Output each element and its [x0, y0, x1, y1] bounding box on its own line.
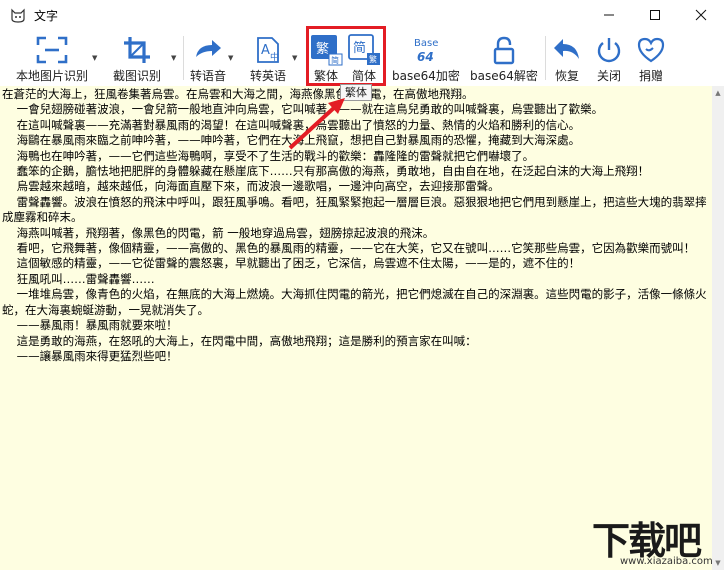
- base64-encode-label: base64加密: [392, 69, 460, 83]
- app-cat-icon: [11, 8, 25, 23]
- dropdown-arrow-icon: ▼: [92, 54, 98, 62]
- text-line: 這是勇敢的海燕，在怒吼的大海上，在閃電中間，高傲地飛翔；這是勝利的預言家在叫喊：: [2, 333, 477, 348]
- scroll-up-icon[interactable]: ▲: [712, 86, 724, 100]
- undo-icon: [554, 39, 579, 59]
- to-english-label: 转英语: [249, 69, 286, 83]
- base64-icon: Base 64: [414, 38, 438, 64]
- svg-text:A: A: [261, 43, 270, 58]
- base64-decode-button[interactable]: base64解密: [470, 30, 538, 86]
- minimize-button[interactable]: [586, 0, 632, 30]
- maximize-icon: [650, 10, 660, 20]
- unlock-icon: [493, 36, 515, 65]
- text-line: 海鴨也在呻吟著，——它們這些海鴨啊，享受不了生活的戰斗的歡樂：轟隆隆的雷聲就把它…: [2, 148, 535, 163]
- text-line: 看吧，它飛舞著，像個精靈，——高傲的、黑色的暴風雨的精靈，——它在大笑，它又在號…: [2, 241, 696, 256]
- text-line: 狂風吼叫……雷聲轟響……: [2, 271, 155, 286]
- crop-icon: [124, 37, 150, 63]
- power-icon: [597, 38, 621, 63]
- donate-label: 捐赠: [638, 69, 663, 83]
- screenshot-ocr-button[interactable]: ▼ 截图识别: [108, 30, 176, 86]
- text-editor[interactable]: 在蒼茫的大海上，狂風卷集著烏雲。在烏雲和大海之間，海燕像黑色的閃電，在高傲地飛翔…: [0, 86, 712, 570]
- to-speech-label: 转语音: [189, 69, 226, 83]
- close-window-button[interactable]: [678, 0, 724, 30]
- to-speech-button[interactable]: ▼ 转语音: [186, 30, 234, 86]
- dropdown-arrow-icon: ▼: [171, 54, 177, 62]
- annotation-highlight-box: [306, 26, 386, 86]
- close-button[interactable]: 关闭: [592, 30, 626, 86]
- donate-button[interactable]: 捐赠: [634, 30, 668, 86]
- minimize-icon: [604, 14, 614, 16]
- scan-frame-icon: [36, 36, 68, 64]
- text-line: 一會兒翅膀碰著波浪，一會兒箭一般地直沖向烏雲，它叫喊著，——就在這鳥兒勇敢的叫喊…: [2, 102, 604, 117]
- close-icon: [695, 9, 707, 21]
- svg-text:64: 64: [417, 50, 434, 64]
- maximize-button[interactable]: [632, 0, 678, 30]
- text-line: 這個敏感的精靈，——它從雷聲的震怒裏，早就聽出了困乏，它深信，烏雲遮不住太陽，—…: [2, 256, 581, 271]
- text-line: 在這叫喊聲裏——充滿著對暴風雨的渴望！在這叫喊聲裏，烏雲聽出了憤怒的力量、熱情的…: [2, 117, 581, 132]
- dropdown-arrow-icon: ▼: [228, 54, 234, 62]
- heart-hand-icon: [637, 37, 665, 63]
- svg-text:Base: Base: [414, 38, 438, 49]
- base64-decode-label: base64解密: [470, 69, 538, 83]
- text-line: 雷聲轟響。波浪在憤怒的飛沫中呼叫，跟狂風爭鳴。看吧，狂風緊緊抱起一層層巨浪。惡狠…: [2, 194, 707, 225]
- text-line: 蠢笨的企鵝，膽怯地把肥胖的身體躲藏在懸崖底下……只有那高傲的海燕，勇敢地，自由自…: [2, 164, 650, 179]
- screenshot-ocr-label: 截图识别: [112, 69, 161, 83]
- text-line: 海燕叫喊著，飛翔著，像黑色的閃電，箭 一般地穿過烏雲，翅膀掠起波浪的飛沫。: [2, 225, 435, 240]
- speech-wave-icon: [196, 40, 221, 57]
- dropdown-arrow-icon: ▼: [292, 54, 298, 62]
- restore-button[interactable]: 恢复: [550, 30, 584, 86]
- text-line: ——讓暴風雨來得更猛烈些吧！: [2, 348, 178, 363]
- watermark-logo: 下载吧 www.xiazaiba.com: [592, 510, 714, 570]
- tooltip: 繁体: [340, 84, 372, 101]
- local-image-ocr-button[interactable]: ▼ 本地图片识别: [8, 30, 98, 86]
- text-line: 烏雲越來越暗，越來越低，向海面直壓下來，而波浪一邊歌唱，一邊沖向高空，去迎接那雷…: [2, 179, 500, 194]
- translate-icon: A 中: [257, 37, 279, 63]
- vertical-scrollbar[interactable]: ▲ ▼: [712, 86, 724, 570]
- local-image-ocr-label: 本地图片识别: [15, 69, 88, 83]
- to-english-button[interactable]: A 中 ▼ 转英语: [246, 30, 297, 86]
- watermark-url-text: www.xiazaiba.com: [620, 556, 713, 567]
- window-title: 文字: [34, 8, 59, 23]
- base64-encode-button[interactable]: Base 64 base64加密: [392, 30, 460, 86]
- text-line: 一堆堆烏雲，像青色的火焰，在無底的大海上燃燒。大海抓住閃電的箭光，把它們熄滅在自…: [2, 287, 707, 317]
- restore-label: 恢复: [554, 69, 579, 83]
- close-label: 关闭: [596, 69, 621, 83]
- text-line: 海鷗在暴風雨來臨之前呻吟著，——呻吟著，它們在大海上飛竄，想把自己對暴風雨的恐懼…: [2, 133, 581, 148]
- app-window: 文字 ▼ 本地图片识别 ▼ 截图识别 ▼ 转语音 A 中 ▼ 转英语 繁 简 繁…: [0, 0, 724, 570]
- svg-text:中: 中: [270, 51, 279, 63]
- text-line: ——暴風雨！暴風雨就要來啦！: [2, 318, 178, 333]
